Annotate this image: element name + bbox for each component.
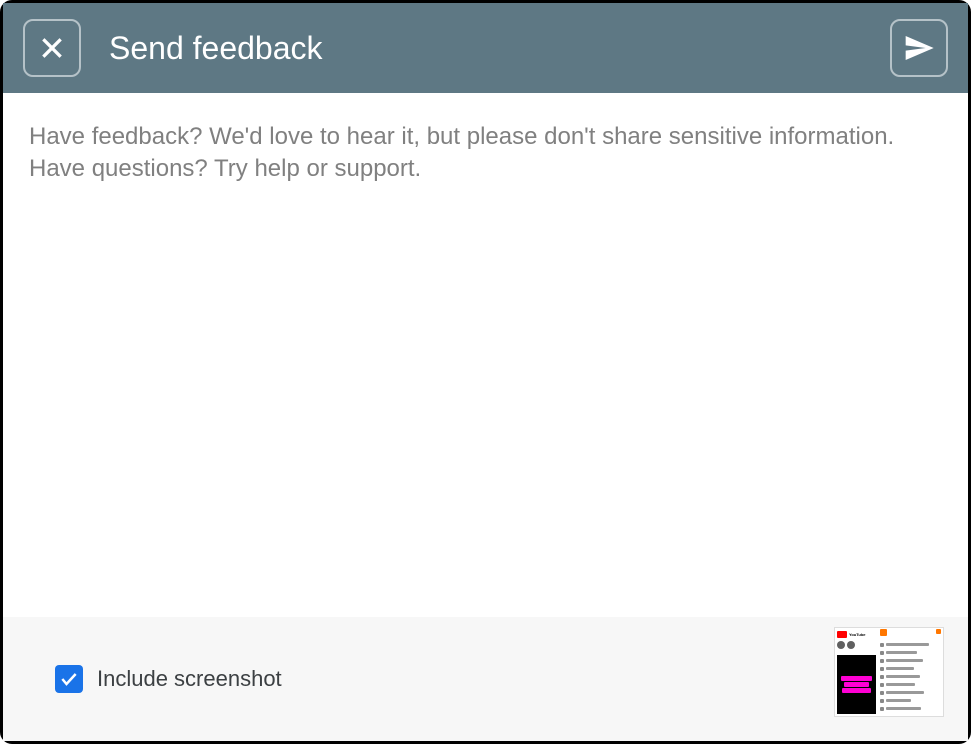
feedback-textarea[interactable] xyxy=(29,121,942,607)
dialog-footer: Include screenshot YouTube xyxy=(3,617,968,741)
include-screenshot-label: Include screenshot xyxy=(97,666,282,692)
screenshot-thumbnail[interactable]: YouTube xyxy=(834,627,944,717)
send-icon xyxy=(903,32,935,64)
include-screenshot-checkbox[interactable] xyxy=(55,665,83,693)
include-screenshot-row[interactable]: Include screenshot xyxy=(55,665,282,693)
close-button[interactable] xyxy=(23,19,81,77)
feedback-textarea-wrap xyxy=(3,93,968,617)
dialog-content: Include screenshot YouTube xyxy=(3,93,968,741)
check-icon xyxy=(59,669,79,689)
dialog-header: Send feedback xyxy=(3,3,968,93)
dialog-title: Send feedback xyxy=(109,30,862,67)
send-button[interactable] xyxy=(890,19,948,77)
close-icon xyxy=(39,35,65,61)
